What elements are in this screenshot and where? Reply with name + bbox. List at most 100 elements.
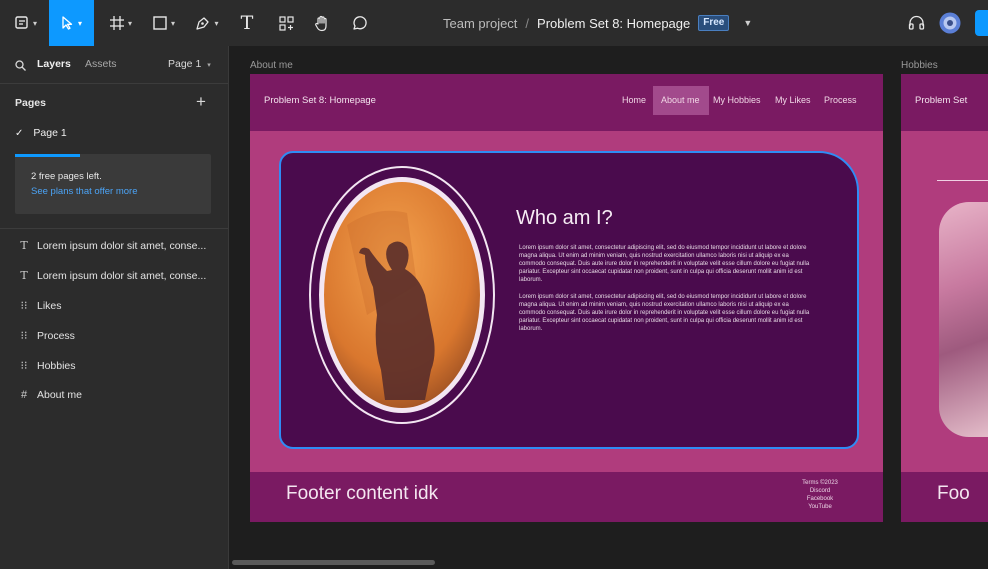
nav-about-me[interactable]: About me (661, 95, 700, 105)
nav-my-likes[interactable]: My Likes (775, 95, 811, 105)
nav-my-hobbies[interactable]: My Hobbies (713, 95, 761, 105)
hand-icon (314, 15, 327, 31)
main-menu-button[interactable]: ▾ (4, 0, 48, 46)
avatar-icon (939, 12, 961, 34)
footer-link[interactable]: Discord (798, 487, 842, 495)
about-paragraph: Lorem ipsum dolor sit amet, consectetur … (519, 294, 810, 332)
footer-link[interactable]: YouTube (798, 503, 842, 511)
chevron-down-icon: ▾ (214, 18, 219, 28)
divider (0, 228, 228, 229)
tab-layers[interactable]: Layers (37, 58, 71, 70)
component-icon (278, 15, 294, 31)
breadcrumb-separator: / (525, 15, 530, 31)
search-layers-button[interactable] (15, 58, 26, 76)
tab-assets[interactable]: Assets (85, 58, 117, 70)
auto-layout-icon: ⁝⁝ (20, 330, 28, 342)
layer-item[interactable]: ⁝⁝ Process (17, 329, 75, 343)
banner-link[interactable]: See plans that offer more (31, 186, 138, 197)
comment-icon (352, 15, 367, 30)
layer-label: Lorem ipsum dolor sit amet, conse... (37, 239, 207, 252)
canvas[interactable]: About me Hobbies Problem Set 8: Homepage… (229, 46, 988, 569)
layer-label: Likes (37, 299, 62, 312)
frame-tool-button[interactable]: ▾ (100, 0, 142, 46)
text-icon: T (20, 239, 28, 252)
pen-icon (196, 16, 210, 30)
site-header: Problem Set 8: Homepage Home About me My… (250, 74, 883, 131)
left-sidebar: Layers Assets Page 1 ▾ Pages + ✓ Page 1 … (0, 46, 229, 569)
footer-text: Footer content idk (286, 483, 439, 504)
divider-line (937, 180, 988, 181)
text-tool-button[interactable]: T (231, 0, 263, 46)
search-icon (15, 60, 26, 71)
frame-about-me[interactable]: Problem Set 8: Homepage Home About me My… (250, 74, 883, 522)
add-page-icon[interactable]: + (196, 92, 206, 112)
layer-item[interactable]: T Lorem ipsum dolor sit amet, conse... (17, 269, 206, 282)
upgrade-banner: 2 free pages left. See plans that offer … (15, 154, 211, 214)
toolbar: ▾ ▾ ▾ ▾ ▾ T Team project / Problem Set 8… (0, 0, 988, 47)
text-icon: T (20, 269, 28, 282)
nav-home[interactable]: Home (622, 95, 646, 105)
divider (0, 83, 228, 84)
layer-item[interactable]: ⁝⁝ Likes (17, 299, 62, 313)
page-selector-label: Page 1 (168, 58, 202, 70)
layer-label: About me (37, 389, 82, 401)
file-name[interactable]: Problem Set 8: Homepage (537, 16, 690, 31)
about-card[interactable]: Who am I? Lorem ipsum dolor sit amet, co… (279, 151, 859, 449)
frame-label[interactable]: Hobbies (901, 60, 938, 71)
site-header: Problem Set (901, 74, 988, 131)
frame-icon (109, 16, 124, 30)
layer-label: Hobbies (37, 359, 76, 372)
frame-grid-icon: # (20, 389, 28, 401)
layer-item[interactable]: # About me (17, 389, 82, 401)
page-item-page-1[interactable]: ✓ Page 1 (15, 127, 67, 139)
chevron-down-icon: ▾ (127, 18, 132, 28)
chevron-down-icon[interactable]: ▼ (743, 18, 752, 28)
audio-button[interactable] (902, 0, 930, 46)
text-icon: T (240, 12, 254, 34)
move-icon (62, 16, 73, 30)
footer-link[interactable]: Terms ©2023 (798, 479, 842, 487)
about-heading: Who am I? (516, 207, 613, 229)
main-menu-icon (15, 16, 28, 29)
frame-hobbies[interactable]: Problem Set Foo (901, 74, 988, 522)
pages-heading: Pages (15, 97, 46, 109)
nav-process[interactable]: Process (824, 95, 857, 105)
site-title: Problem Set 8: Homepage (264, 95, 376, 106)
banner-title: 2 free pages left. (31, 171, 102, 182)
user-avatar[interactable] (936, 0, 964, 46)
team-breadcrumb[interactable]: Team project (443, 16, 517, 31)
portrait-photo (309, 166, 495, 424)
chevron-down-icon: ▾ (170, 18, 175, 28)
frame-label[interactable]: About me (250, 60, 293, 71)
checkmark-icon: ✓ (15, 127, 24, 139)
auto-layout-icon: ⁝⁝ (20, 300, 28, 312)
chevron-down-icon: ▾ (32, 18, 37, 28)
layer-item[interactable]: T Lorem ipsum dolor sit amet, conse... (17, 239, 206, 252)
chevron-down-icon: ▾ (207, 62, 211, 69)
comment-tool-button[interactable] (343, 0, 375, 46)
resources-tool-button[interactable] (270, 0, 302, 46)
layer-label: Process (37, 329, 75, 342)
layer-label: Lorem ipsum dolor sit amet, conse... (37, 269, 207, 282)
share-button[interactable] (975, 10, 988, 36)
site-footer: Footer content idk Terms ©2023 Discord F… (250, 472, 883, 522)
page-label: Page 1 (33, 127, 67, 139)
chevron-down-icon: ▾ (77, 18, 82, 28)
auto-layout-icon: ⁝⁝ (20, 360, 28, 372)
headphones-icon (908, 15, 924, 30)
shape-tool-button[interactable]: ▾ (143, 0, 185, 46)
layer-item[interactable]: ⁝⁝ Hobbies (17, 359, 76, 373)
pen-tool-button[interactable]: ▾ (186, 0, 228, 46)
file-title: Team project / Problem Set 8: Homepage F… (443, 0, 752, 46)
site-footer: Foo (901, 472, 988, 522)
footer-link[interactable]: Facebook (798, 495, 842, 503)
page-selector[interactable]: Page 1 ▾ (168, 58, 211, 70)
rectangle-icon (153, 16, 167, 30)
plan-badge: Free (698, 15, 730, 31)
footer-links: Terms ©2023 Discord Facebook YouTube (798, 479, 842, 511)
hobby-image (939, 202, 988, 437)
hand-tool-button[interactable] (306, 0, 338, 46)
about-text: Lorem ipsum dolor sit amet, consectetur … (519, 244, 811, 342)
move-tool-button[interactable]: ▾ (49, 0, 94, 46)
horizontal-scrollbar[interactable] (232, 560, 435, 565)
